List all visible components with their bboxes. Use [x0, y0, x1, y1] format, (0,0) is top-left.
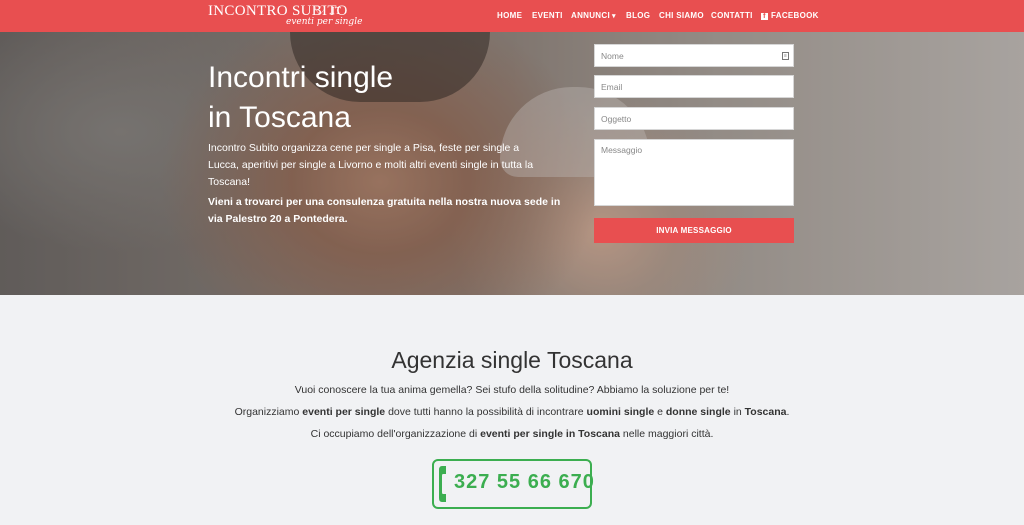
- email-field[interactable]: [594, 75, 794, 98]
- hero-address: Vieni a trovarci per una consulenza grat…: [208, 196, 561, 225]
- facebook-icon: f: [761, 13, 768, 20]
- nav-blog[interactable]: BLOG: [626, 11, 650, 20]
- p2-text-g: in: [730, 406, 745, 418]
- message-field[interactable]: [594, 139, 794, 206]
- main-content: Agenzia single Toscana Vuoi conoscere la…: [0, 295, 1024, 525]
- p2-bold-uomini: uomini single: [586, 406, 655, 418]
- phone-number: 327 55 66 670: [454, 471, 595, 493]
- p3-text-a: Ci occupiamo dell'organizzazione di: [310, 428, 481, 440]
- chevron-down-icon: ▾: [612, 13, 616, 20]
- nav-eventi[interactable]: EVENTI: [532, 11, 563, 20]
- intro-paragraph-1: Vuoi conoscere la tua anima gemella? Sei…: [294, 384, 730, 396]
- p2-text-i: .: [786, 406, 790, 418]
- phone-icon: [439, 466, 446, 502]
- p3-bold-eventi: eventi per single in Toscana: [480, 428, 620, 440]
- logo-tld: .IT: [329, 6, 341, 17]
- nav-facebook-label: FACEBOOK: [771, 11, 819, 20]
- nav-facebook[interactable]: f FACEBOOK: [761, 11, 819, 20]
- intro-paragraph-3: Ci occupiamo dell'organizzazione di even…: [0, 428, 1024, 440]
- p2-text-a: Organizziamo: [234, 406, 303, 418]
- hero-title: Incontri single in Toscana: [208, 58, 468, 138]
- hero-title-line-1: Incontri single: [208, 61, 394, 94]
- site-logo[interactable]: INCONTRO SUBITO ♡ .IT eventi per single: [208, 3, 362, 29]
- nav-annunci-label: ANNUNCI: [571, 11, 610, 20]
- nav-contatti[interactable]: CONTATTI: [711, 11, 753, 20]
- p2-bold-eventi: eventi per single: [302, 406, 386, 418]
- hero-title-line-2: in Toscana: [208, 101, 351, 134]
- top-navbar: INCONTRO SUBITO ♡ .IT eventi per single …: [0, 0, 1024, 32]
- intro-paragraph-2: Organizziamo eventi per single dove tutt…: [0, 406, 1024, 418]
- hero-description: Incontro Subito organizza cene per singl…: [208, 142, 534, 188]
- nav-chi-siamo[interactable]: CHI SIAMO: [659, 11, 704, 20]
- subject-field[interactable]: [594, 107, 794, 130]
- p2-text-e: e: [654, 406, 666, 418]
- p3-text-c: nelle maggiori città.: [619, 428, 714, 440]
- logo-tagline: eventi per single: [286, 17, 363, 27]
- p2-text-c: dove tutti hanno la possibilità di incon…: [385, 406, 587, 418]
- phone-call-button[interactable]: 327 55 66 670: [432, 459, 595, 509]
- p2-bold-toscana: Toscana: [744, 406, 787, 418]
- nav-annunci[interactable]: ANNUNCI ▾: [571, 11, 616, 20]
- hero-banner: Incontri single in Toscana Incontro Subit…: [0, 32, 1024, 295]
- send-message-button[interactable]: INVIA MESSAGGIO: [594, 218, 794, 243]
- nav-home[interactable]: HOME: [497, 11, 522, 20]
- section-title: Agenzia single Toscana: [391, 347, 633, 373]
- contact-card-icon: ≡: [782, 52, 789, 60]
- name-field[interactable]: [594, 44, 794, 67]
- p2-bold-donne: donne single: [665, 406, 731, 418]
